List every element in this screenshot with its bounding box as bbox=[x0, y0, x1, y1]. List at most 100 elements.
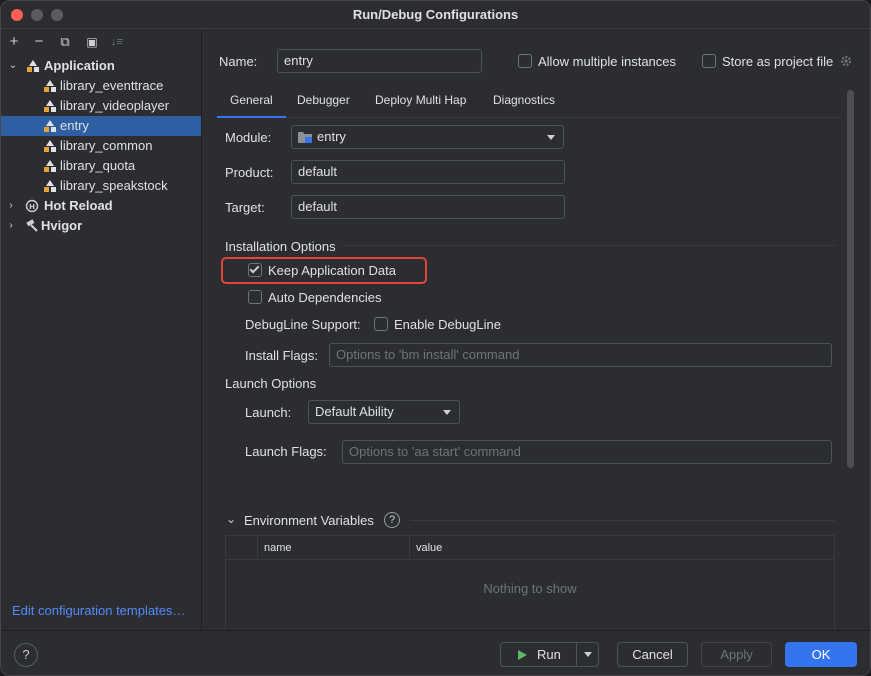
tree-item-library-eventtrace[interactable]: library_eventtrace bbox=[1, 76, 201, 96]
hammer-icon bbox=[26, 219, 38, 232]
environment-variables-title: Environment Variables bbox=[244, 513, 374, 528]
tree-item-hot-reload[interactable]: › H Hot Reload bbox=[1, 196, 201, 216]
tree-label: library_speakstock bbox=[60, 178, 168, 193]
launch-value: Default Ability bbox=[315, 404, 394, 419]
chevron-down-icon[interactable]: ⌄ bbox=[7, 56, 19, 76]
tab-debugger[interactable]: Debugger bbox=[284, 92, 363, 118]
name-input[interactable]: entry bbox=[277, 49, 482, 73]
tree-label: Hot Reload bbox=[44, 198, 113, 213]
add-icon[interactable]: + bbox=[5, 32, 23, 52]
auto-dependencies-label: Auto Dependencies bbox=[268, 290, 382, 305]
application-icon bbox=[44, 100, 56, 112]
launch-flags-label: Launch Flags: bbox=[245, 444, 327, 459]
run-button[interactable]: Run bbox=[537, 643, 561, 666]
column-header-value[interactable]: value bbox=[416, 536, 442, 560]
folder-icon bbox=[298, 132, 312, 143]
split-divider bbox=[576, 643, 577, 666]
section-divider bbox=[343, 245, 835, 246]
section-divider bbox=[410, 520, 835, 521]
run-debug-dialog: Run/Debug Configurations + − ⧉ ▣ ↓≡ ⌄ Ap… bbox=[0, 0, 871, 676]
chevron-down-icon bbox=[443, 410, 451, 415]
module-value: entry bbox=[317, 129, 346, 144]
scrollbar[interactable] bbox=[847, 90, 854, 468]
ok-button[interactable]: OK bbox=[785, 642, 857, 667]
tree-item-library-quota[interactable]: library_quota bbox=[1, 156, 201, 176]
cancel-button[interactable]: Cancel bbox=[617, 642, 688, 667]
keep-data-label: Keep Application Data bbox=[268, 263, 396, 278]
svg-text:H: H bbox=[29, 203, 35, 211]
module-label: Module: bbox=[225, 130, 272, 145]
application-icon bbox=[44, 140, 56, 152]
application-icon bbox=[44, 120, 56, 132]
enable-debugline-checkbox[interactable] bbox=[374, 317, 388, 331]
allow-multiple-label: Allow multiple instances bbox=[538, 54, 677, 69]
launch-label: Launch: bbox=[245, 405, 292, 420]
edit-configuration-templates-link[interactable]: Edit configuration templates… bbox=[12, 603, 185, 618]
environment-variables-table: name value Nothing to show bbox=[225, 535, 835, 630]
tree-label: library_quota bbox=[60, 158, 136, 173]
apply-button[interactable]: Apply bbox=[701, 642, 772, 667]
check-icon bbox=[249, 263, 260, 274]
application-icon bbox=[44, 80, 56, 92]
application-icon bbox=[27, 60, 39, 72]
tree-item-application[interactable]: ⌄ Application bbox=[1, 56, 201, 76]
debugline-support-label: DebugLine Support: bbox=[245, 317, 361, 332]
launch-select[interactable]: Default Ability bbox=[308, 400, 460, 424]
installation-options-title: Installation Options bbox=[225, 239, 336, 254]
column-header-name[interactable]: name bbox=[264, 536, 292, 560]
application-icon bbox=[44, 180, 56, 192]
chevron-down-icon[interactable] bbox=[584, 652, 592, 657]
tree-item-entry[interactable]: entry bbox=[1, 116, 201, 136]
column-divider bbox=[257, 536, 258, 560]
configurations-sidebar: + − ⧉ ▣ ↓≡ ⌄ Application library_eventtr… bbox=[1, 30, 202, 630]
launch-flags-input[interactable]: Options to 'aa start' command bbox=[342, 440, 832, 464]
tree-item-library-common[interactable]: library_common bbox=[1, 136, 201, 156]
table-header: name value bbox=[226, 536, 834, 560]
empty-table-text: Nothing to show bbox=[483, 581, 577, 596]
gear-icon[interactable] bbox=[839, 54, 853, 68]
store-project-checkbox[interactable] bbox=[702, 54, 716, 68]
name-label: Name: bbox=[219, 54, 258, 69]
title-bar: Run/Debug Configurations bbox=[1, 1, 870, 29]
store-project-label: Store as project file bbox=[722, 54, 834, 69]
window-title: Run/Debug Configurations bbox=[352, 7, 519, 22]
tab-diagnostics[interactable]: Diagnostics bbox=[480, 92, 568, 118]
chevron-right-icon[interactable]: › bbox=[5, 216, 17, 236]
tab-deploy-multi-hap[interactable]: Deploy Multi Hap bbox=[362, 92, 479, 118]
tree-label: Application bbox=[44, 58, 115, 73]
hot-reload-icon: H bbox=[25, 199, 39, 213]
copy-icon[interactable]: ⧉ bbox=[56, 32, 74, 52]
install-flags-label: Install Flags: bbox=[245, 348, 318, 363]
remove-icon[interactable]: − bbox=[30, 32, 48, 52]
help-button[interactable]: ? bbox=[14, 643, 38, 667]
tree-label: entry bbox=[60, 118, 89, 133]
run-button-group: Run bbox=[500, 642, 599, 667]
play-icon bbox=[518, 650, 527, 660]
launch-options-title: Launch Options bbox=[225, 376, 317, 391]
application-icon bbox=[44, 160, 56, 172]
chevron-down-icon[interactable]: ⌄ bbox=[225, 512, 237, 526]
tree-label: library_videoplayer bbox=[60, 98, 170, 113]
target-input[interactable]: default bbox=[291, 195, 565, 219]
module-select[interactable]: entry bbox=[291, 125, 564, 149]
install-flags-input[interactable]: Options to 'bm install' command bbox=[329, 343, 832, 367]
tree-item-library-speakstock[interactable]: library_speakstock bbox=[1, 176, 201, 196]
keep-data-checkbox[interactable] bbox=[248, 263, 262, 277]
new-folder-icon[interactable]: ▣ bbox=[83, 32, 101, 52]
enable-debugline-label: Enable DebugLine bbox=[394, 317, 501, 332]
allow-multiple-checkbox[interactable] bbox=[518, 54, 532, 68]
chevron-right-icon[interactable]: › bbox=[5, 196, 17, 216]
product-label: Product: bbox=[225, 165, 274, 180]
tree-item-library-videoplayer[interactable]: library_videoplayer bbox=[1, 96, 201, 116]
product-input[interactable]: default bbox=[291, 160, 565, 184]
tree-item-hvigor[interactable]: › Hvigor bbox=[1, 216, 201, 236]
sort-icon[interactable]: ↓≡ bbox=[108, 32, 126, 52]
target-label: Target: bbox=[225, 200, 265, 215]
tree-label: library_common bbox=[60, 138, 153, 153]
tab-general[interactable]: General bbox=[217, 92, 286, 118]
help-icon[interactable]: ? bbox=[384, 512, 400, 528]
tree-label: library_eventtrace bbox=[60, 78, 164, 93]
tree-label: Hvigor bbox=[41, 218, 83, 233]
column-divider bbox=[409, 536, 410, 560]
auto-dependencies-checkbox[interactable] bbox=[248, 290, 262, 304]
